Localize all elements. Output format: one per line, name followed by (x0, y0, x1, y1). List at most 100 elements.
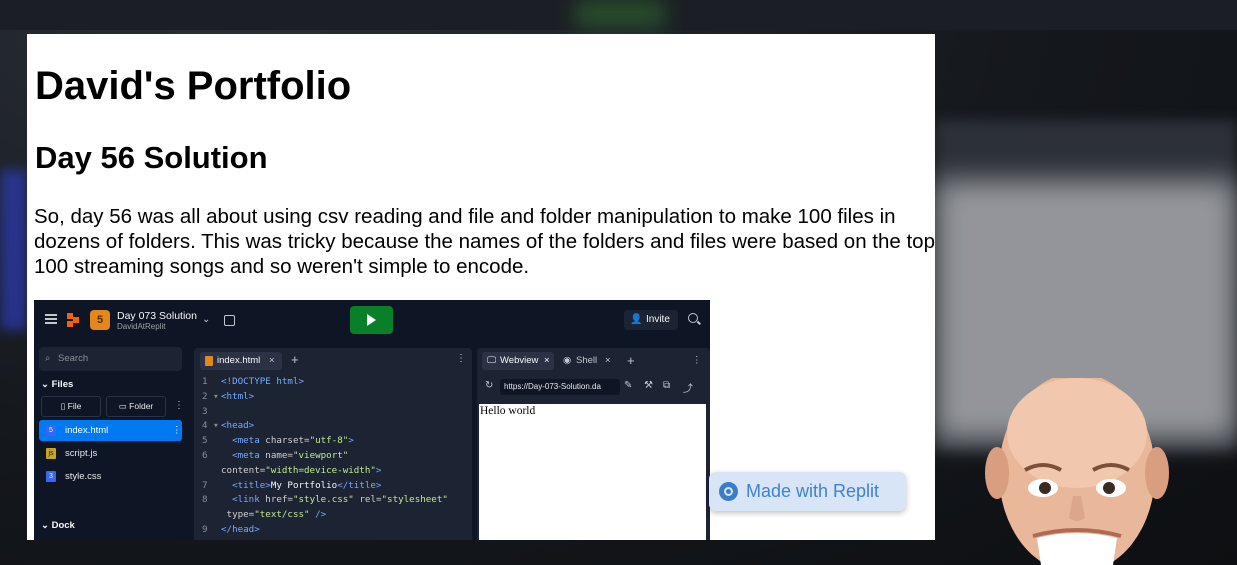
dock-heading[interactable]: ⌄ Dock (41, 520, 75, 531)
search-icon: ⌕ (45, 353, 51, 364)
project-title[interactable]: Day 073 Solution (117, 310, 197, 322)
output-panel: 🖵 Webview × ◉ Shell × + ⋮ ↻ https://Day-… (477, 348, 710, 540)
page-title: David's Portfolio (35, 64, 352, 108)
replit-topbar: 5 Day 073 Solution DavidAtReplit ⌄ 👤 Inv… (34, 300, 710, 340)
chevron-down-icon[interactable]: ⌄ (202, 314, 210, 325)
presenter-face-image (985, 378, 1169, 565)
tab-webview[interactable]: 🖵 Webview × (482, 352, 554, 370)
reload-icon[interactable]: ↻ (485, 380, 493, 391)
code-text: <title>My Portfolio</title> (232, 479, 382, 491)
code-text: </head> (221, 524, 260, 535)
line-number: 3 (202, 405, 208, 417)
line-number: 1 (202, 376, 208, 387)
code-line: 6 <meta name="viewport" (194, 449, 472, 464)
html-file-icon: 5 (46, 425, 56, 436)
add-tab-icon[interactable]: + (627, 352, 641, 370)
code-text: <head> (221, 420, 255, 432)
line-number: 9 (202, 524, 208, 535)
page-paragraph: So, day 56 was all about using csv readi… (34, 205, 935, 278)
code-text: type="text/css" /> (226, 509, 327, 521)
files-heading[interactable]: ⌄ Files (41, 379, 73, 390)
menu-icon[interactable] (45, 314, 57, 324)
code-text: <link href="style.css" rel="stylesheet" (232, 494, 448, 506)
play-icon (367, 314, 376, 326)
line-number: 2 ▾ (202, 390, 219, 402)
file-item-style-css[interactable]: 3 style.css (39, 466, 182, 487)
more-options-icon[interactable]: ⋮ (172, 420, 182, 441)
replit-logo-icon[interactable] (67, 313, 81, 327)
code-text: <meta charset="utf-8"> (232, 435, 354, 447)
file-item-script-js[interactable]: js script.js (39, 443, 182, 464)
url-input[interactable]: https://Day-073-Solution.da (500, 379, 620, 395)
close-icon[interactable]: × (605, 352, 611, 370)
new-folder-button[interactable]: ▭ Folder (106, 396, 166, 417)
code-line: type="text/css" /> (194, 508, 472, 523)
code-line: 4 ▾ <head> (194, 419, 472, 434)
line-number: 6 (202, 450, 208, 461)
add-user-icon: 👤 (630, 314, 643, 325)
tab-label: Shell (576, 355, 598, 366)
invite-label: Invite (646, 314, 670, 325)
shell-icon: ◉ (563, 355, 572, 366)
search-input[interactable]: ⌕ Search (39, 347, 182, 371)
open-new-tab-icon[interactable]: ⧉ (663, 380, 670, 391)
search-icon[interactable] (688, 313, 698, 323)
edit-icon[interactable]: ✎ (624, 380, 632, 391)
more-options-icon[interactable]: ⋮ (692, 352, 702, 370)
code-line: 8 <link href="style.css" rel="stylesheet… (194, 493, 472, 508)
file-name: script.js (65, 448, 98, 459)
code-line: 7 <title>My Portfolio</title> (194, 479, 472, 494)
code-text: <meta name="viewport" (232, 450, 349, 461)
line-number: 7 (202, 479, 208, 491)
run-button[interactable] (350, 306, 393, 334)
close-icon[interactable]: × (269, 352, 275, 370)
code-line: content="width=device-width"> (194, 464, 472, 479)
tab-label: Webview (500, 355, 539, 366)
line-number: 4 ▾ (202, 420, 219, 432)
add-tab-icon[interactable]: + (291, 352, 299, 367)
more-options-icon[interactable]: ⋮ (456, 353, 466, 364)
page-subtitle: Day 56 Solution (35, 140, 268, 175)
html-project-icon: 5 (90, 310, 110, 330)
replit-screenshot: 5 Day 073 Solution DavidAtReplit ⌄ 👤 Inv… (34, 300, 710, 540)
code-editor[interactable]: index.html × + ⋮ 1 <!DOCTYPE html> 2 ▾ <htm… (194, 348, 472, 540)
background-left-blur (0, 170, 27, 330)
code-line: 3 (194, 405, 472, 420)
background-green-blur (575, 0, 665, 28)
code-text: <!DOCTYPE html> (221, 376, 304, 387)
made-with-replit-badge[interactable]: Made with Replit (709, 472, 906, 511)
close-icon[interactable]: × (544, 352, 550, 370)
code-line: 2 ▾ <html> (194, 390, 472, 405)
file-name: style.css (65, 471, 102, 482)
tab-index-html[interactable]: index.html × (200, 352, 282, 370)
share-icon[interactable]: ⤴ (683, 380, 693, 395)
code-text: <html> (221, 390, 255, 402)
tab-label: index.html (217, 355, 261, 366)
search-placeholder: Search (58, 353, 89, 364)
line-number: 8 (202, 494, 208, 506)
badge-label: Made with Replit (746, 481, 880, 501)
project-owner: DavidAtReplit (117, 322, 166, 331)
webview-text: Hello world (480, 405, 536, 417)
code-line: 9 </head> (194, 523, 472, 538)
line-number: 5 (202, 435, 208, 447)
devtools-icon[interactable]: ⚒ (644, 380, 653, 391)
js-file-icon: js (46, 448, 56, 459)
code-line: 1 <!DOCTYPE html> (194, 375, 472, 390)
more-options-icon[interactable]: ⋮ (174, 400, 184, 411)
url-bar: ↻ https://Day-073-Solution.da ✎ ⚒ ⧉ ⤴ (477, 376, 710, 398)
new-file-button[interactable]: ▯ File (41, 396, 101, 417)
file-item-index-html[interactable]: 5 index.html ⋮ (39, 420, 182, 441)
code-line: 5 <meta charset="utf-8"> (194, 434, 472, 449)
file-name: index.html (65, 425, 109, 436)
css-file-icon: 3 (46, 471, 56, 482)
tab-shell[interactable]: ◉ Shell × (559, 352, 615, 370)
code-text: content="width=device-width"> (221, 464, 382, 476)
monitor-icon: 🖵 (487, 355, 497, 366)
invite-button[interactable]: 👤 Invite (624, 310, 678, 330)
portfolio-page: David's Portfolio Day 56 Solution So, da… (27, 34, 935, 540)
webview-content: Hello world (479, 404, 706, 540)
html-file-icon (205, 356, 213, 366)
layout-icon[interactable] (224, 315, 235, 326)
replit-badge-icon (719, 482, 738, 501)
